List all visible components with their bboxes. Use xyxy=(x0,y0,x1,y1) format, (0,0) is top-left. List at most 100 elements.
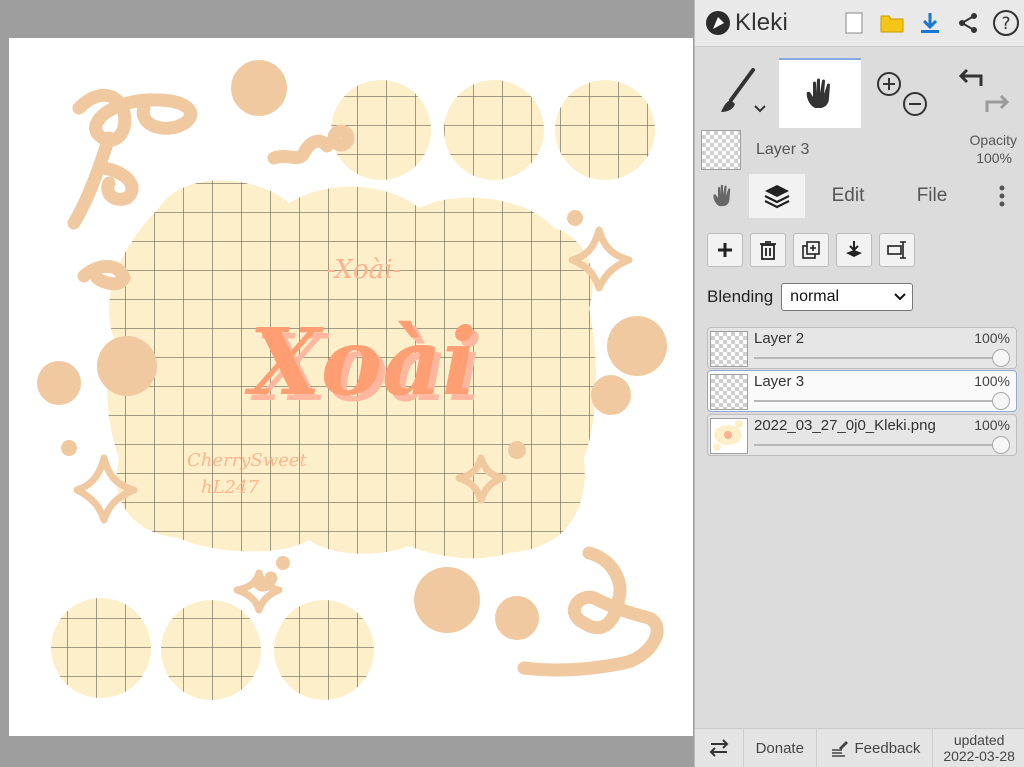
rename-icon xyxy=(887,241,906,259)
open-folder-icon xyxy=(880,15,904,33)
share-button[interactable] xyxy=(949,0,987,46)
layer-opacity-slider[interactable] xyxy=(754,357,1000,359)
duplicate-layer-button[interactable] xyxy=(793,233,829,267)
download-icon xyxy=(921,13,939,33)
delete-layer-button[interactable] xyxy=(750,233,786,267)
current-layer-info: Layer 3 Opacity 100% xyxy=(695,128,1024,172)
layer-opacity: 100% xyxy=(974,330,1010,346)
layer-opacity-slider[interactable] xyxy=(754,444,1000,446)
help-icon: ? xyxy=(993,10,1019,36)
layer-thumbnail xyxy=(710,374,748,410)
hand-tool[interactable] xyxy=(779,58,861,128)
brush-icon xyxy=(721,68,766,113)
tool-row xyxy=(695,58,1024,128)
background-layer-preview xyxy=(711,419,745,451)
artwork: -Xoài- Xoài Xoài CherrySweet hL247 xyxy=(37,60,667,700)
layers-icon xyxy=(764,185,790,209)
opacity-label: Opacity xyxy=(969,132,1017,148)
plus-icon xyxy=(718,243,732,257)
grid-circle xyxy=(274,600,374,700)
kleki-logo: Kleki xyxy=(705,8,788,38)
opacity-value: 100% xyxy=(976,150,1012,166)
drawing-canvas[interactable]: -Xoài- Xoài Xoài CherrySweet hL247 xyxy=(9,38,693,736)
current-layer-name: Layer 3 xyxy=(756,141,810,158)
help-button[interactable]: ? xyxy=(987,0,1024,46)
share-icon xyxy=(959,13,977,33)
current-layer-thumbnail xyxy=(701,130,741,170)
layer-opacity-slider-handle[interactable] xyxy=(992,349,1010,367)
layer-opacity: 100% xyxy=(974,417,1010,433)
new-image-icon xyxy=(845,12,863,34)
tab-layers[interactable] xyxy=(749,174,805,218)
layer-actions xyxy=(707,233,915,267)
updated-label: updated xyxy=(953,732,1005,748)
zoom-in-icon xyxy=(877,72,901,96)
hand-icon xyxy=(713,184,731,207)
blending-select[interactable]: normal xyxy=(781,283,914,311)
layer-name: Layer 3 xyxy=(754,373,805,390)
undo-icon xyxy=(958,68,983,86)
more-menu-button[interactable] xyxy=(985,174,1019,218)
merge-down-button[interactable] xyxy=(836,233,872,267)
layer-opacity-slider-handle[interactable] xyxy=(992,392,1010,410)
bottom-bar: Donate Feedback updated 2022-03-28 xyxy=(695,728,1024,767)
layer-opacity-slider[interactable] xyxy=(754,400,1000,402)
more-vertical-icon xyxy=(999,185,1005,207)
tab-edit[interactable]: Edit xyxy=(817,174,879,218)
donate-button[interactable]: Donate xyxy=(744,729,817,767)
canvas-workspace[interactable]: -Xoài- Xoài Xoài CherrySweet hL247 xyxy=(0,0,694,766)
undo-redo xyxy=(947,58,1021,126)
artwork-big-title: Xoài xyxy=(244,308,476,416)
artwork-small-title: -Xoài- xyxy=(327,255,402,285)
changelog-button[interactable]: updated 2022-03-28 xyxy=(933,729,1024,767)
new-image-button[interactable] xyxy=(835,0,873,46)
zoom-controls xyxy=(867,58,937,126)
top-bar: Kleki ? xyxy=(695,0,1024,47)
feedback-label: Feedback xyxy=(854,739,921,757)
kleki-logo-icon xyxy=(706,11,730,35)
pencil-note-icon xyxy=(831,741,848,757)
layer-thumbnail xyxy=(710,331,748,367)
layer-opacity-slider-handle[interactable] xyxy=(992,436,1010,454)
hand-icon xyxy=(806,78,830,108)
svg-text:?: ? xyxy=(1001,14,1010,34)
blending-value: normal xyxy=(790,288,840,305)
rename-layer-button[interactable] xyxy=(879,233,915,267)
blending-label: Blending xyxy=(707,287,774,306)
chevron-down-icon xyxy=(894,293,906,301)
side-panel: Kleki ? Layer 3 Opacity 100% Edit File B… xyxy=(694,0,1024,767)
grid-circle xyxy=(444,80,544,180)
layer-opacity: 100% xyxy=(974,373,1010,389)
blending-row: Blending normal xyxy=(707,283,914,311)
panel-tabs: Edit File xyxy=(695,174,1024,218)
feedback-button[interactable]: Feedback xyxy=(817,729,934,767)
tab-file[interactable]: File xyxy=(901,174,963,218)
updated-date: 2022-03-28 xyxy=(943,748,1015,764)
layer-thumbnail xyxy=(710,418,748,454)
layer-item[interactable]: Layer 3 100% xyxy=(707,370,1017,412)
artwork-signature: hL247 xyxy=(201,477,259,498)
grid-circle xyxy=(161,600,261,700)
grid-circle xyxy=(51,598,151,698)
zoom-out-icon xyxy=(903,92,927,116)
swap-arrows-icon xyxy=(709,739,729,757)
artwork-signature: CherrySweet xyxy=(187,450,307,471)
brush-tool[interactable] xyxy=(701,58,777,126)
trash-icon xyxy=(760,241,776,260)
open-file-button[interactable] xyxy=(873,0,911,46)
merge-down-icon xyxy=(846,241,862,257)
grid-circle xyxy=(555,80,655,180)
layer-name: 2022_03_27_0j0_Kleki.png xyxy=(754,417,936,434)
add-layer-button[interactable] xyxy=(707,233,743,267)
layer-item[interactable]: Layer 2 100% xyxy=(707,327,1017,369)
swap-side-button[interactable] xyxy=(695,729,744,767)
download-button[interactable] xyxy=(911,0,949,46)
layer-name: Layer 2 xyxy=(754,330,805,347)
tab-hand[interactable] xyxy=(701,174,745,218)
app-name: Kleki xyxy=(735,9,789,36)
duplicate-icon xyxy=(802,241,820,259)
redo-icon xyxy=(985,94,1010,112)
zoom-icons xyxy=(877,72,927,116)
undo-redo-icons xyxy=(958,68,1010,112)
layer-item[interactable]: 2022_03_27_0j0_Kleki.png 100% xyxy=(707,414,1017,456)
